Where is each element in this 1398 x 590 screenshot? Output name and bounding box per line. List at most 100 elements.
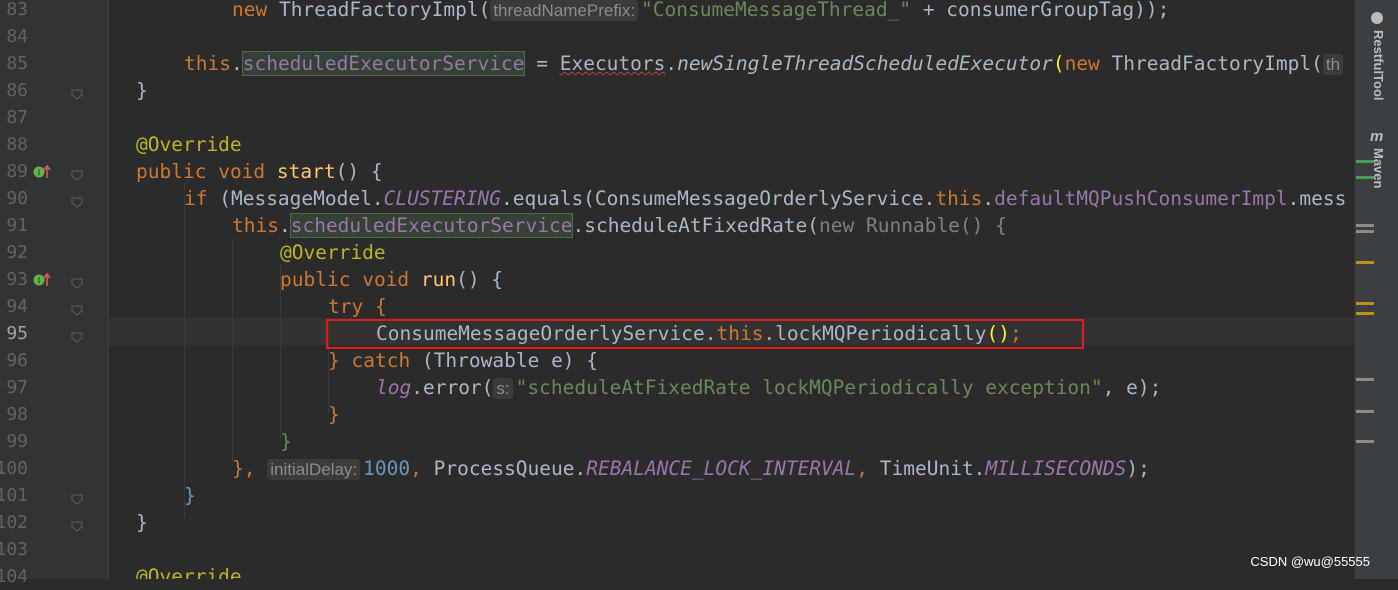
code-token: .mess xyxy=(1287,187,1347,210)
fold-marker-icon[interactable] xyxy=(71,301,83,316)
code-token: () xyxy=(456,268,480,291)
error-stripe-mark[interactable] xyxy=(1356,230,1374,233)
line-number[interactable]: 104 xyxy=(0,563,28,590)
fold-marker-icon[interactable] xyxy=(71,274,83,289)
line-number[interactable]: 100 xyxy=(0,455,28,482)
svg-text:I: I xyxy=(38,277,41,287)
code-line-100: }, initialDelay: 1000, ProcessQueue.REBAL… xyxy=(232,455,1150,482)
code-line-104: @Override xyxy=(136,563,242,579)
string-literal: "ConsumeMessageThread_" xyxy=(641,0,912,21)
code-token: . xyxy=(982,187,995,210)
number-literal: 1000 xyxy=(363,457,411,480)
code-token: }, xyxy=(232,457,268,480)
indent-guide xyxy=(184,183,185,519)
method-declaration: start xyxy=(276,160,336,183)
line-number[interactable]: 97 xyxy=(0,374,28,401)
right-tool-panel: RestfulTool m Maven xyxy=(1354,0,1398,579)
error-stripe-mark[interactable] xyxy=(1356,160,1374,163)
keyword: catch xyxy=(351,349,411,372)
code-token: . xyxy=(230,52,243,75)
enum-constant: MILLISECONDS xyxy=(985,457,1127,480)
annotation: @Override xyxy=(136,133,242,156)
maven-icon[interactable]: m xyxy=(1370,128,1383,145)
code-line-83: new ThreadFactoryImpl(threadNamePrefix: "… xyxy=(232,0,1169,23)
error-stripe-mark[interactable] xyxy=(1356,378,1374,381)
line-number[interactable]: 94 xyxy=(0,293,28,320)
code-editor[interactable]: new ThreadFactoryImpl(threadNamePrefix: "… xyxy=(109,0,1354,579)
fold-marker-icon[interactable] xyxy=(71,193,83,208)
class-name: Executors xyxy=(559,52,666,75)
code-line-94: try { xyxy=(328,293,387,320)
error-stripe-mark[interactable] xyxy=(1356,440,1374,443)
method-declaration: run xyxy=(420,268,457,291)
enum-constant: CLUSTERING xyxy=(383,187,501,210)
restful-tool-icon[interactable] xyxy=(1371,12,1383,24)
fold-marker-icon[interactable] xyxy=(71,328,83,343)
keyword: if xyxy=(184,187,208,210)
code-token: , xyxy=(856,457,880,480)
line-number[interactable]: 101 xyxy=(0,482,28,509)
code-token: (Throwable e) { xyxy=(410,349,599,372)
line-number[interactable]: 93 xyxy=(0,266,28,293)
error-stripe-mark[interactable] xyxy=(1356,312,1374,315)
constant: REBALANCE_LOCK_INTERVAL xyxy=(586,457,857,480)
line-number[interactable]: 103 xyxy=(0,536,28,563)
error-stripe-mark[interactable] xyxy=(1356,410,1374,413)
code-token: ( xyxy=(207,187,231,210)
editor-gutter: 83 84 85 86 87 88 89 I 90 91 92 93 I 94 95 96 97 98 99 100 1… xyxy=(0,0,109,587)
field-usage: scheduledExecutorService xyxy=(241,51,526,76)
line-number[interactable]: 86 xyxy=(0,77,28,104)
code-token: { xyxy=(995,214,1007,237)
line-number[interactable]: 90 xyxy=(0,185,28,212)
code-line-86: } xyxy=(136,77,148,104)
line-number[interactable]: 88 xyxy=(0,131,28,158)
line-number[interactable]: 83 xyxy=(0,0,28,23)
line-number[interactable]: 91 xyxy=(0,212,28,239)
code-token: } xyxy=(136,511,148,534)
parameter-hint: th xyxy=(1322,54,1344,75)
parameter-hint: s: xyxy=(493,378,513,399)
svg-text:I: I xyxy=(38,169,41,179)
code-line-96: } catch (Throwable e) { xyxy=(328,347,598,374)
line-number[interactable]: 92 xyxy=(0,239,28,266)
keyword: new xyxy=(232,0,268,21)
line-number[interactable]: 95 xyxy=(0,320,28,347)
keyword: public xyxy=(136,160,207,183)
watermark: CSDN @wu@55555 xyxy=(1250,554,1370,569)
line-number[interactable]: 102 xyxy=(0,509,28,536)
line-number[interactable]: 98 xyxy=(0,401,28,428)
code-token: ( xyxy=(1052,52,1065,75)
keyword: new xyxy=(1064,52,1100,75)
keyword: this xyxy=(935,187,983,210)
error-stripe-mark[interactable] xyxy=(1356,261,1374,264)
code-token: , xyxy=(410,457,434,480)
error-stripe-mark[interactable] xyxy=(1356,302,1374,305)
tool-tab-restfultool[interactable]: RestfulTool xyxy=(1371,30,1386,101)
fold-marker-icon[interactable] xyxy=(71,490,83,505)
code-token: . xyxy=(665,52,678,75)
class-name: MessageModel. xyxy=(230,187,384,210)
line-number[interactable]: 99 xyxy=(0,428,28,455)
field-reference: log xyxy=(376,376,412,399)
line-number[interactable]: 87 xyxy=(0,104,28,131)
fold-marker-icon[interactable] xyxy=(71,517,83,532)
line-number[interactable]: 85 xyxy=(0,50,28,77)
keyword: this xyxy=(184,52,231,75)
fold-marker-icon[interactable] xyxy=(71,85,83,100)
override-method-icon[interactable]: I xyxy=(33,164,53,180)
error-stripe-mark[interactable] xyxy=(1356,224,1374,227)
code-line-101: } xyxy=(184,482,196,509)
line-number[interactable]: 96 xyxy=(0,347,28,374)
class-name: TimeUnit. xyxy=(879,457,986,480)
fold-marker-icon[interactable] xyxy=(71,166,83,181)
keyword: void xyxy=(218,160,266,183)
override-method-icon[interactable]: I xyxy=(33,272,53,288)
code-token: ThreadFactoryImpl( xyxy=(1099,52,1323,75)
line-number[interactable]: 89 xyxy=(0,158,28,185)
error-stripe-mark[interactable] xyxy=(1356,176,1374,179)
tool-tab-maven[interactable]: Maven xyxy=(1371,148,1386,188)
line-number[interactable]: 84 xyxy=(0,23,28,50)
method-call: newSingleThreadScheduledExecutor xyxy=(677,52,1053,75)
keyword: try xyxy=(328,295,364,318)
code-token: Runnable() xyxy=(854,214,996,237)
